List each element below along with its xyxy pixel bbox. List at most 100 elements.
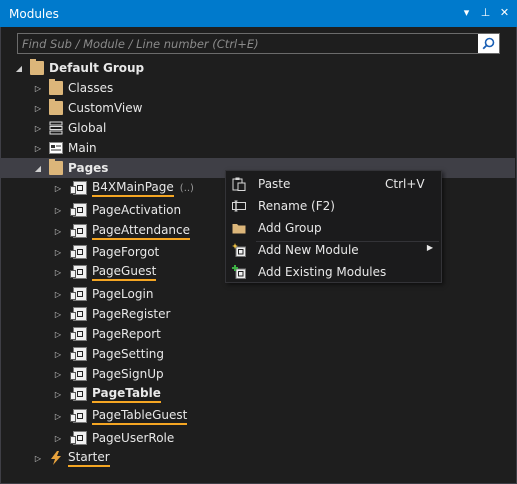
collapsed-arrow-icon[interactable]: ▷ <box>53 433 63 443</box>
tree-item-pagereport[interactable]: ▷ PageReport <box>53 324 161 344</box>
paste-icon <box>232 177 246 191</box>
tree-item-label: Classes <box>68 81 114 95</box>
collapsed-arrow-icon[interactable]: ▷ <box>53 329 63 339</box>
submenu-arrow-icon: ▶ <box>426 243 433 252</box>
collapsed-arrow-icon[interactable]: ▷ <box>53 349 63 359</box>
dropdown-icon[interactable]: ▾ <box>460 6 473 20</box>
tree-item-pagesignup[interactable]: ▷ PageSignUp <box>53 364 164 384</box>
class-module-icon <box>70 265 87 279</box>
search-placeholder: Find Sub / Module / Line number (Ctrl+E) <box>22 37 259 51</box>
class-module-icon <box>70 287 87 301</box>
tree-item-pagesetting[interactable]: ▷ PageSetting <box>53 344 164 364</box>
tree-item-pageactivation[interactable]: ▷ PageActivation <box>53 200 181 220</box>
menu-item-label: Paste <box>258 177 291 191</box>
tree-item-label: PageLogin <box>92 287 154 301</box>
context-menu: Paste Ctrl+V Rename (F2) Add Group Add N… <box>225 170 442 283</box>
class-module-icon <box>70 387 87 401</box>
collapsed-arrow-icon[interactable]: ▷ <box>53 226 63 236</box>
menu-item-label: Rename (F2) <box>258 199 335 213</box>
collapsed-arrow-icon[interactable]: ▷ <box>53 309 63 319</box>
menu-item-add-group[interactable]: Add Group <box>226 217 441 239</box>
class-module-icon <box>70 307 87 321</box>
pin-icon[interactable]: ⊥ <box>479 6 492 20</box>
menu-item-paste[interactable]: Paste Ctrl+V <box>226 173 441 195</box>
class-module-icon <box>70 431 87 445</box>
tree-item-classes[interactable]: ▷ Classes <box>33 78 113 98</box>
folder-icon <box>49 79 63 95</box>
tree-item-b4xmainpage[interactable]: ▷ B4XMainPage (..) <box>53 178 194 198</box>
class-module-icon <box>70 245 87 259</box>
folder-icon <box>49 159 63 175</box>
tree-item-label: PageGuest <box>92 264 157 281</box>
search-icon <box>482 37 495 50</box>
tree-item-pagelogin[interactable]: ▷ PageLogin <box>53 284 153 304</box>
tree-item-pageuserrole[interactable]: ▷ PageUserRole <box>53 428 174 448</box>
tree-item-pagetableguest[interactable]: ▷ PageTableGuest <box>53 406 188 426</box>
tree-item-label: Starter <box>68 450 110 467</box>
search-button[interactable] <box>478 34 499 53</box>
folder-icon <box>49 99 63 115</box>
menu-item-label: Add New Module <box>258 243 359 257</box>
collapsed-arrow-icon[interactable]: ▷ <box>53 183 63 193</box>
tree-item-label: PageForgot <box>92 245 160 259</box>
class-module-icon <box>70 409 87 423</box>
tree-item-pageguest[interactable]: ▷ PageGuest <box>53 262 157 282</box>
folder-icon <box>232 224 246 234</box>
tree-item-main[interactable]: ▷ Main <box>33 138 97 158</box>
class-module-icon <box>70 347 87 361</box>
collapsed-arrow-icon[interactable]: ▷ <box>53 369 63 379</box>
activity-module-icon <box>49 142 63 154</box>
collapsed-arrow-icon[interactable]: ▷ <box>53 289 63 299</box>
tree-item-global[interactable]: ▷ Global <box>33 118 106 138</box>
search-input[interactable]: Find Sub / Module / Line number (Ctrl+E) <box>17 33 500 54</box>
close-icon[interactable]: ✕ <box>498 6 511 20</box>
expanded-arrow-icon[interactable]: ◢ <box>33 163 43 173</box>
collapsed-arrow-icon[interactable]: ▷ <box>53 205 63 215</box>
tree-item-label: Global <box>68 121 107 135</box>
menu-item-add-new-module[interactable]: Add New Module ▶ <box>226 239 441 261</box>
expanded-arrow-icon[interactable]: ◢ <box>14 63 24 73</box>
collapsed-arrow-icon[interactable]: ▷ <box>33 453 43 463</box>
tree-item-starter[interactable]: ▷ Starter <box>33 448 110 468</box>
collapsed-arrow-icon[interactable]: ▷ <box>33 123 43 133</box>
window-controls: ▾ ⊥ ✕ <box>460 6 511 20</box>
tree-item-customview[interactable]: ▷ CustomView <box>33 98 142 118</box>
collapsed-arrow-icon[interactable]: ▷ <box>33 83 43 93</box>
add-existing-module-icon <box>232 265 246 279</box>
tree-item-label: Default Group <box>49 61 145 75</box>
tree-item-label: PageActivation <box>92 203 182 217</box>
menu-item-add-existing-modules[interactable]: Add Existing Modules <box>226 261 441 283</box>
rename-icon <box>232 200 246 212</box>
menu-item-rename[interactable]: Rename (F2) <box>226 195 441 217</box>
collapsed-arrow-icon[interactable]: ▷ <box>53 389 63 399</box>
tree-item-pageattendance[interactable]: ▷ PageAttendance <box>53 221 191 241</box>
menu-item-label: Add Group <box>258 221 322 235</box>
tree-item-pagetable[interactable]: ▷ PageTable <box>53 384 161 404</box>
new-module-icon <box>232 243 246 257</box>
collapsed-arrow-icon[interactable]: ▷ <box>53 247 63 257</box>
class-module-icon <box>70 224 87 238</box>
tree-item-label: PageRegister <box>92 307 171 321</box>
menu-item-shortcut: Ctrl+V <box>385 177 425 191</box>
collapsed-arrow-icon[interactable]: ▷ <box>33 103 43 113</box>
collapsed-arrow-icon[interactable]: ▷ <box>53 411 63 421</box>
tree-item-label: PageUserRole <box>92 431 175 445</box>
tree-item-pageregister[interactable]: ▷ PageRegister <box>53 304 170 324</box>
collapsed-arrow-icon[interactable]: ▷ <box>33 143 43 153</box>
folder-icon <box>30 59 44 75</box>
tree-item-label: PageSetting <box>92 347 165 361</box>
lightning-icon <box>51 451 61 465</box>
tree-item-label: CustomView <box>68 101 143 115</box>
tree-item-label: PageReport <box>92 327 161 341</box>
tree-item-default-group[interactable]: ◢ Default Group <box>14 58 144 78</box>
tree-item-label: Pages <box>68 161 109 175</box>
tree-item-label: PageTable <box>92 386 161 403</box>
tree-item-pageforgot[interactable]: ▷ PageForgot <box>53 242 159 262</box>
title-bar: Modules ▾ ⊥ ✕ <box>0 0 517 27</box>
class-module-icon <box>70 203 87 217</box>
class-module-icon <box>70 181 87 195</box>
class-module-icon <box>70 327 87 341</box>
class-module-icon <box>70 367 87 381</box>
menu-item-label: Add Existing Modules <box>258 265 387 279</box>
collapsed-arrow-icon[interactable]: ▷ <box>53 267 63 277</box>
